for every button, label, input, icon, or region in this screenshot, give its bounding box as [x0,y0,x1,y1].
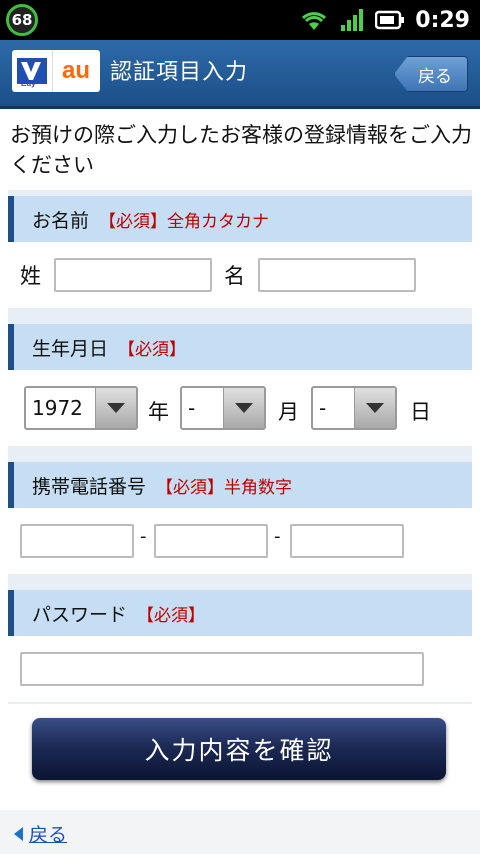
required-note: 【必須】半角数字 [156,477,293,498]
intro-text: お預けの際ご入力したお客様の登録情報をご入力ください [10,123,472,177]
sei-label: 姓 [20,264,41,288]
section-body-password [8,636,472,702]
phone-separator: - [140,526,147,547]
section-header-phone: 携帯電話番号 【必須】半角数字 [8,462,472,508]
phone-part1-input[interactable] [20,524,134,558]
phone-separator: - [274,526,281,547]
section-body-phone: - - [8,508,472,574]
chevron-down-icon [354,388,395,428]
footer-bar: 戻る [0,810,480,854]
mei-label: 名 [224,264,245,288]
year-select[interactable]: 1972 [24,386,138,430]
mei-input[interactable] [258,258,416,292]
footer-back-link[interactable]: 戻る [14,820,67,847]
confirm-button[interactable]: 入力内容を確認 [32,718,446,780]
edy-text: Edy [21,79,36,88]
battery-level-indicator: 68 [6,4,38,36]
phone-part3-input[interactable] [290,524,404,558]
phone-part2-input[interactable] [154,524,268,558]
month-unit: 月 [278,400,299,424]
section-header-name: お名前 【必須】全角カタカナ [8,196,472,242]
month-value: - [188,396,196,420]
edy-logo-icon: Edy [12,50,52,92]
required-note: 【必須】 [137,605,206,626]
wifi-icon [302,12,327,30]
year-value: 1972 [32,396,83,420]
section-body-name: 姓 名 [8,242,472,308]
section-body-birthday: 1972 年 - 月 - 日 [8,370,472,446]
year-unit: 年 [148,400,169,424]
section-title: パスワード [32,603,128,626]
page-title: 認証項目入力 [110,60,249,85]
battery-icon [375,10,405,30]
status-bar: 68 0:29 [0,0,480,40]
section-header-birthday: 生年月日 【必須】 [8,324,472,370]
section-header-password: パスワード 【必須】 [8,590,472,636]
password-input[interactable] [20,652,424,686]
app-header: Edy au 認証項目入力 戻る [0,40,480,109]
section-title: お名前 [32,209,90,232]
section-title: 携帯電話番号 [32,475,147,498]
signal-icon [341,9,364,31]
section-title: 生年月日 [32,337,109,360]
clock-time: 0:29 [415,7,470,33]
day-select[interactable]: - [311,386,397,430]
header-back-button[interactable]: 戻る [394,56,468,92]
footer-back-label: 戻る [29,824,68,846]
chevron-down-icon [223,388,264,428]
day-unit: 日 [410,400,431,424]
month-select[interactable]: - [180,386,266,430]
status-icons: 0:29 [299,0,470,40]
au-logo-text: au [52,50,99,92]
sei-input[interactable] [54,258,212,292]
back-triangle-icon [14,826,23,841]
chevron-down-icon [95,388,136,428]
day-value: - [319,396,327,420]
required-note: 【必須】全角カタカナ [99,211,270,232]
required-note: 【必須】 [118,339,187,360]
brand-logo: Edy au [12,50,100,92]
